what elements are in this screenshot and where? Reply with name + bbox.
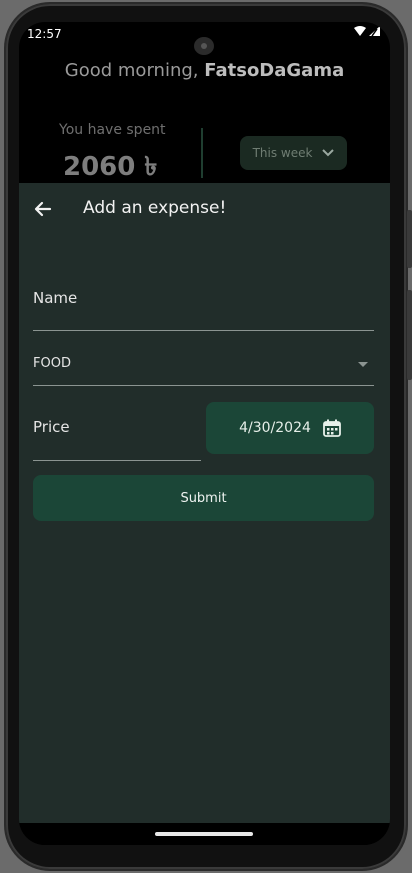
sheet-title: Add an expense!	[83, 198, 227, 218]
header-divider	[201, 128, 203, 178]
name-field-underline	[33, 330, 374, 331]
category-value: FOOD	[33, 356, 71, 371]
arrow-left-icon[interactable]	[33, 199, 53, 219]
date-value: 4/30/2024	[239, 420, 311, 436]
username: FatsoDaGama	[204, 60, 345, 81]
chevron-down-icon	[322, 149, 335, 157]
wifi-icon	[354, 26, 366, 36]
front-camera	[194, 37, 214, 55]
volume-button	[407, 290, 412, 380]
submit-button[interactable]: Submit	[33, 475, 374, 521]
spent-label: You have spent	[59, 122, 166, 138]
greeting-prefix: Good morning,	[64, 60, 205, 81]
period-value: This week	[252, 146, 313, 160]
phone-screen: 12:57 Good morning, FatsoDaGama You have…	[19, 22, 390, 845]
status-time: 12:57	[27, 27, 62, 41]
greeting: Good morning, FatsoDaGama	[19, 60, 390, 81]
home-indicator[interactable]	[155, 832, 253, 836]
add-expense-sheet: Add an expense! Name FOOD Price 4/30/202…	[19, 183, 390, 823]
navigation-bar	[19, 823, 390, 845]
caret-down-icon	[358, 362, 368, 367]
price-field-underline	[33, 460, 201, 461]
category-select[interactable]	[33, 343, 374, 385]
signal-icon	[369, 26, 380, 36]
price-field[interactable]	[33, 405, 201, 460]
period-selector[interactable]: This week	[240, 136, 347, 170]
power-button	[407, 210, 412, 268]
system-icons	[354, 26, 380, 36]
category-underline	[33, 385, 374, 386]
date-picker-button[interactable]: 4/30/2024	[206, 402, 374, 454]
name-field[interactable]	[33, 279, 374, 331]
calendar-icon	[322, 419, 341, 437]
